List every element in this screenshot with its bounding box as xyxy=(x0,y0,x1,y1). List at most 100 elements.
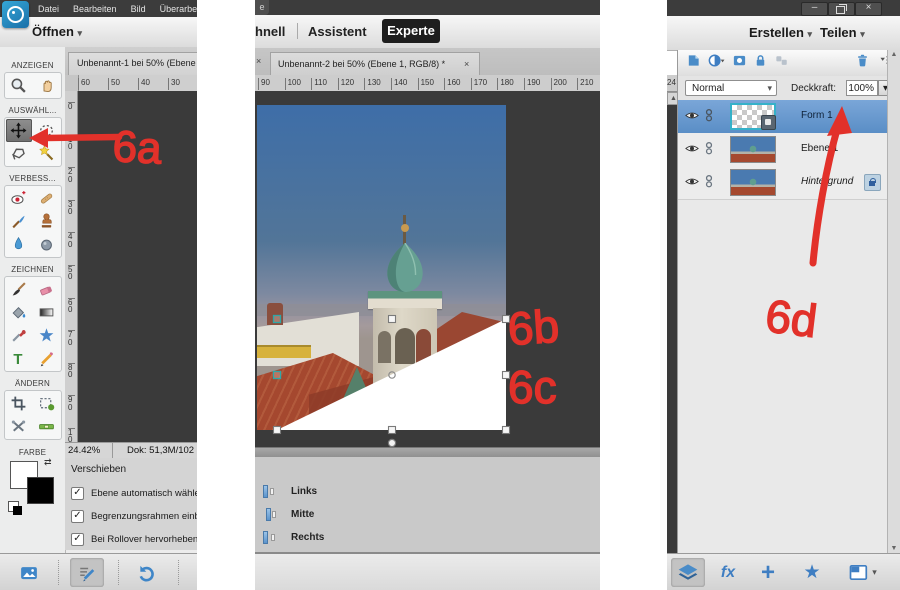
visibility-eye-icon[interactable] xyxy=(685,110,699,124)
checkbox-icon[interactable]: ✓ xyxy=(71,533,84,546)
zoom-tool[interactable] xyxy=(6,74,32,97)
shape-tool[interactable] xyxy=(34,324,60,347)
minimize-button[interactable]: – xyxy=(801,2,828,16)
doc1-canvas[interactable] xyxy=(78,91,197,442)
blur-tool[interactable] xyxy=(6,233,32,256)
align-right-option[interactable]: Rechts xyxy=(263,529,324,545)
menu-item[interactable]: Bild xyxy=(131,4,146,14)
white-triangle-shape[interactable] xyxy=(277,319,506,430)
visibility-eye-icon[interactable] xyxy=(685,143,699,157)
text-tool[interactable]: T xyxy=(6,347,32,370)
pencil-tool[interactable] xyxy=(34,347,60,370)
crop-tool[interactable] xyxy=(6,392,32,415)
scissors-tool[interactable] xyxy=(6,415,32,438)
menu-item[interactable]: Datei xyxy=(38,4,59,14)
doc1-tab-close-icon[interactable]: × xyxy=(256,56,261,66)
background-color-swatch[interactable] xyxy=(27,477,54,504)
link-layers-icon[interactable] xyxy=(774,53,789,73)
eraser-tool[interactable] xyxy=(34,278,60,301)
default-colors-icon[interactable] xyxy=(8,501,19,512)
checkbox-show-bounding-box[interactable]: ✓ Begrenzungsrahmen einblenden xyxy=(71,509,197,523)
tab-schnell[interactable]: hnell xyxy=(255,24,285,39)
scroll-up-icon[interactable]: ▲ xyxy=(888,51,900,58)
erstellen-button[interactable]: Erstellen ▾ xyxy=(749,25,812,40)
chevron-down-icon: ▾ xyxy=(808,29,813,39)
align-label: Links xyxy=(291,486,317,497)
layer-name[interactable]: Hintergrund xyxy=(801,176,853,187)
layer-name[interactable]: Ebene 1 xyxy=(801,143,838,154)
align-left-option[interactable]: Links xyxy=(263,483,317,499)
center-strip: e hnell Assistent Experte × Unbenannt-2 … xyxy=(255,0,600,590)
opacity-value-input[interactable]: 100% xyxy=(846,80,878,96)
layer-row-hintergrund[interactable]: Hintergrund xyxy=(678,166,888,200)
brush-tool[interactable] xyxy=(6,278,32,301)
layer-mask-icon[interactable] xyxy=(732,53,747,73)
smart-brush-tool[interactable] xyxy=(6,210,32,233)
checkbox-highlight-on-rollover[interactable]: ✓ Bei Rollover hervorheben xyxy=(71,532,197,546)
section-zeichnen: ZEICHNEN xyxy=(0,265,65,274)
open-button[interactable]: Öffnen ▾ xyxy=(32,24,82,39)
redo-button[interactable] xyxy=(188,558,197,587)
lock-icon[interactable] xyxy=(753,53,768,73)
blend-mode-select[interactable]: Normal▾ xyxy=(685,80,777,96)
straighten-tool[interactable] xyxy=(34,415,60,438)
teilen-button[interactable]: Teilen ▾ xyxy=(820,25,865,40)
photo-bin-button[interactable] xyxy=(12,558,46,587)
clone-stamp-tool[interactable] xyxy=(34,210,60,233)
align-middle-option[interactable]: Mitte xyxy=(263,506,314,522)
rotate-handle[interactable] xyxy=(388,439,395,446)
favorites-button[interactable]: ★ xyxy=(795,558,829,587)
recompose-tool[interactable] xyxy=(34,392,60,415)
tab-assistent[interactable]: Assistent xyxy=(308,24,367,39)
delete-layer-icon[interactable] xyxy=(855,53,870,73)
doc2-tab[interactable]: Unbenannt-2 bei 50% (Ebene 1, RGB/8) * × xyxy=(270,52,480,76)
eyedropper-tool[interactable] xyxy=(6,324,32,347)
close-button[interactable]: × xyxy=(855,2,882,16)
layer-row-ebene1[interactable]: Ebene 1 xyxy=(678,133,888,167)
ruler-label: 20 xyxy=(68,167,75,200)
undo-button[interactable] xyxy=(130,558,164,587)
checkbox-icon[interactable]: ✓ xyxy=(71,510,84,523)
menu-item[interactable]: Bearbeiten xyxy=(73,4,117,14)
tool-options-button[interactable] xyxy=(70,558,104,587)
ruler-label: 30 xyxy=(168,78,197,90)
paint-bucket-tool[interactable] xyxy=(6,301,32,324)
color-swatches: ⇄ xyxy=(8,457,58,515)
align-middle-icon xyxy=(263,508,278,521)
zoom-level[interactable]: 24.42% xyxy=(68,445,100,456)
restore-button[interactable] xyxy=(828,2,855,16)
checkbox-auto-select-layer[interactable]: ✓ Ebene automatisch wählen xyxy=(71,486,197,500)
effects-button[interactable]: fx xyxy=(711,558,745,587)
swap-colors-icon[interactable]: ⇄ xyxy=(44,457,52,468)
scroll-down-icon[interactable]: ▼ xyxy=(888,545,900,552)
adjustment-layer-icon[interactable] xyxy=(707,53,726,73)
layer-thumbnail[interactable] xyxy=(730,103,776,130)
layer-name[interactable]: Form 1 xyxy=(801,110,833,121)
layer-thumbnail[interactable] xyxy=(730,169,776,196)
move-tool[interactable] xyxy=(6,119,32,142)
sharpen-tool[interactable] xyxy=(34,233,60,256)
gradient-tool[interactable] xyxy=(34,301,60,324)
menu-item[interactable]: Überarbeiten xyxy=(160,4,197,14)
visibility-eye-icon[interactable] xyxy=(685,176,699,190)
magic-wand-tool[interactable] xyxy=(34,142,60,165)
layer-thumbnail[interactable] xyxy=(730,136,776,163)
more-panels-button[interactable]: ▾ xyxy=(842,558,884,587)
checkbox-icon[interactable]: ✓ xyxy=(71,487,84,500)
red-eye-tool[interactable] xyxy=(6,187,32,210)
add-button[interactable]: + xyxy=(751,558,785,587)
ruler-label: 10 xyxy=(68,135,75,168)
layer-row-form1[interactable]: Form 1 xyxy=(678,100,888,134)
doc2-tab-close-icon[interactable]: × xyxy=(464,59,469,69)
ellipse-marquee-tool[interactable] xyxy=(34,119,60,142)
layers-button[interactable] xyxy=(671,558,705,587)
new-layer-icon[interactable] xyxy=(686,53,701,73)
layers-scrollbar[interactable]: ▲ ▼ xyxy=(887,50,900,553)
hand-tool[interactable] xyxy=(34,74,60,97)
align-right-icon xyxy=(263,531,278,544)
tab-experte[interactable]: Experte xyxy=(382,19,440,43)
section-farbe: FARBE xyxy=(0,448,65,457)
align-options-panel: Links Mitte Rechts xyxy=(255,457,600,552)
lasso-tool[interactable] xyxy=(6,142,32,165)
healing-brush-tool[interactable] xyxy=(34,187,60,210)
